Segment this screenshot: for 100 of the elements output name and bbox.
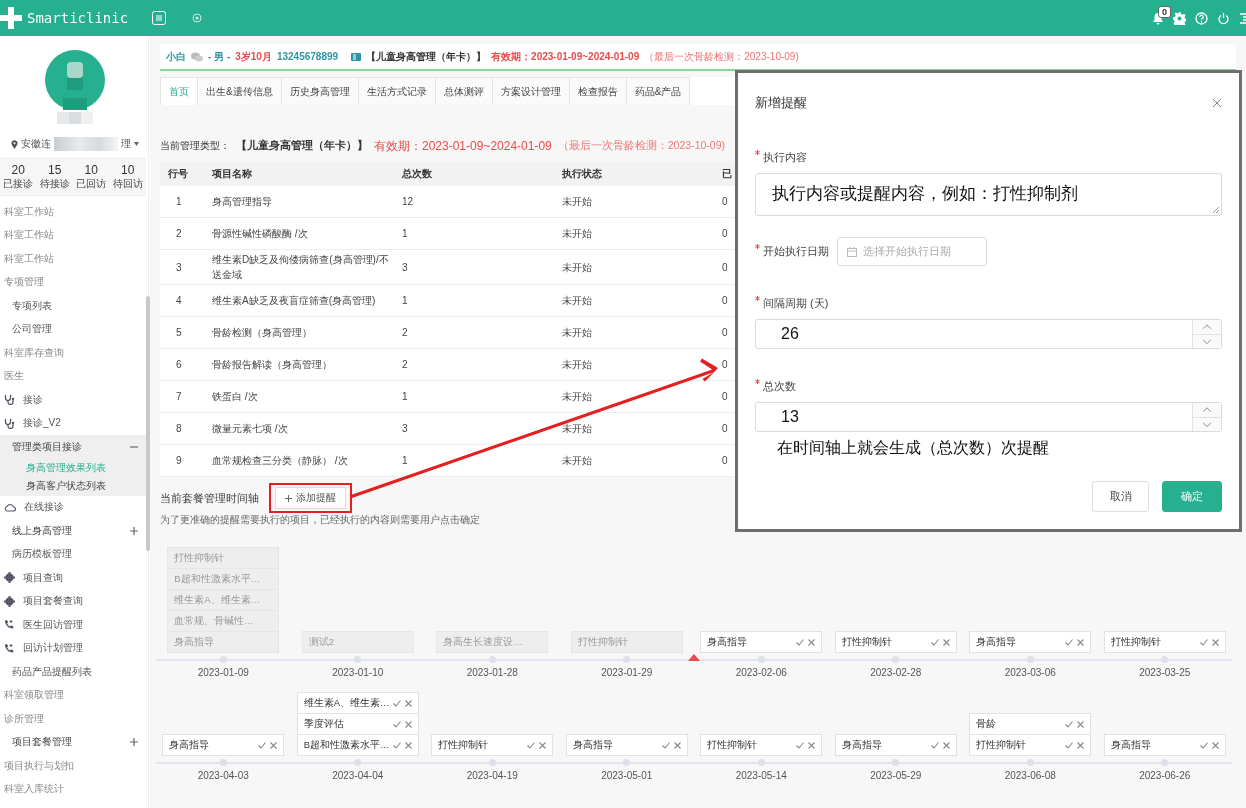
- chat-icon[interactable]: [191, 51, 203, 62]
- menu-section[interactable]: 诊所管理: [0, 707, 146, 731]
- menu-section[interactable]: 科室入库统计: [0, 777, 146, 801]
- close-icon[interactable]: [808, 638, 816, 646]
- menu-section[interactable]: 项目执行与划扣: [0, 754, 146, 778]
- timeline-card[interactable]: 身高指导: [834, 734, 957, 756]
- close-icon[interactable]: [270, 741, 278, 749]
- close-icon[interactable]: [942, 741, 950, 749]
- menu-item[interactable]: 回访计划管理: [23, 641, 83, 656]
- menu-item[interactable]: 病历模板管理: [0, 542, 146, 566]
- patient-phone: 13245678899: [276, 51, 339, 62]
- expand-icon[interactable]: [130, 738, 138, 747]
- power-icon[interactable]: [1217, 11, 1230, 25]
- list-icon[interactable]: [1239, 12, 1246, 24]
- close-icon[interactable]: [673, 741, 681, 749]
- menu-item[interactable]: 项目套餐查询: [23, 594, 83, 609]
- menu-section[interactable]: 科室工作站: [0, 247, 146, 271]
- tab[interactable]: 药品&产品: [625, 77, 691, 105]
- tab[interactable]: 检查报告: [568, 77, 627, 105]
- timeline-card[interactable]: 身高指导: [700, 631, 823, 653]
- table-cell: 1: [394, 284, 554, 317]
- menu-item[interactable]: 在线接诊: [24, 500, 64, 515]
- settings-icon[interactable]: [1173, 11, 1186, 25]
- timeline-card[interactable]: 打性抑制针: [700, 734, 823, 756]
- check-icon[interactable]: [930, 638, 939, 646]
- close-icon[interactable]: [404, 720, 412, 728]
- check-icon[interactable]: [392, 699, 401, 707]
- check-icon[interactable]: [930, 741, 939, 749]
- timeline-card[interactable]: 打性抑制针: [834, 631, 957, 653]
- menu-item[interactable]: 项目套餐管理: [12, 735, 72, 750]
- menu-item[interactable]: 项目查询: [23, 570, 63, 585]
- check-icon[interactable]: [392, 720, 401, 728]
- close-icon[interactable]: [404, 699, 412, 707]
- timeline-date: 2023-01-09: [197, 667, 249, 678]
- help-icon[interactable]: [1195, 11, 1208, 25]
- timeline-card[interactable]: 打性抑制针: [431, 734, 554, 756]
- timeline-card[interactable]: 身高指导: [565, 734, 688, 756]
- check-icon[interactable]: [661, 741, 670, 749]
- tab[interactable]: 生活方式记录: [357, 77, 436, 105]
- check-icon[interactable]: [527, 741, 536, 749]
- cancel-button[interactable]: 取消: [1092, 481, 1149, 512]
- timeline-card[interactable]: 身高指导: [969, 631, 1092, 653]
- close-icon[interactable]: [1077, 638, 1085, 646]
- timeline-dot: [1026, 759, 1034, 766]
- close-icon[interactable]: [1077, 741, 1085, 749]
- menu-section[interactable]: 科室领取管理: [0, 683, 146, 707]
- timeline-card[interactable]: B超和性激素水平…: [296, 734, 419, 756]
- timeline-card[interactable]: 打性抑制针: [1103, 631, 1226, 653]
- tab[interactable]: 总体测评: [434, 77, 493, 105]
- patient-name[interactable]: 小白: [166, 49, 186, 64]
- check-icon[interactable]: [1199, 638, 1208, 646]
- table-cell: 6: [160, 348, 204, 381]
- check-icon[interactable]: [1065, 741, 1074, 749]
- timeline-card[interactable]: 打性抑制针: [969, 734, 1092, 756]
- menu-icon[interactable]: [152, 11, 166, 25]
- column-header: 总次数: [394, 161, 554, 186]
- close-icon[interactable]: [808, 741, 816, 749]
- add-reminder-button[interactable]: 添加提醒: [275, 487, 346, 509]
- timeline-card[interactable]: 维生素A、维生素…: [296, 692, 419, 714]
- target-icon[interactable]: [192, 13, 202, 23]
- menu-section[interactable]: 专项管理: [0, 270, 146, 294]
- close-icon[interactable]: [539, 741, 547, 749]
- menu-section[interactable]: 医生: [0, 364, 146, 388]
- timeline-card[interactable]: 身高指导: [1103, 734, 1226, 756]
- menu-item[interactable]: 线上身高管理: [12, 523, 72, 538]
- close-icon[interactable]: [942, 638, 950, 646]
- menu-item[interactable]: 药品产品提醒列表: [0, 660, 146, 684]
- check-icon[interactable]: [392, 741, 401, 749]
- check-icon[interactable]: [1199, 741, 1208, 749]
- close-icon[interactable]: [1211, 741, 1219, 749]
- menu-section[interactable]: 科室工作站: [0, 200, 146, 224]
- menu-item[interactable]: 公司管理: [0, 317, 146, 341]
- close-icon[interactable]: [1212, 98, 1222, 108]
- menu-section[interactable]: 科室库存查询: [0, 341, 146, 365]
- menu-item[interactable]: 医生回访管理: [23, 617, 83, 632]
- menu-item[interactable]: 专项列表: [0, 294, 146, 318]
- tab[interactable]: 出生&遗传信息: [197, 77, 282, 105]
- check-icon[interactable]: [1065, 720, 1074, 728]
- check-icon[interactable]: [258, 741, 267, 749]
- check-icon[interactable]: [796, 741, 805, 749]
- menu-item[interactable]: 接诊: [23, 392, 43, 407]
- expand-icon[interactable]: [130, 526, 138, 535]
- scrollbar[interactable]: [146, 296, 150, 551]
- close-icon[interactable]: [1211, 638, 1219, 646]
- tab[interactable]: 历史身高管理: [280, 77, 359, 105]
- timeline-card[interactable]: 季度评估: [296, 713, 419, 735]
- timeline-card[interactable]: 骨龄: [969, 713, 1092, 735]
- check-icon[interactable]: [1065, 638, 1074, 646]
- submenu-item[interactable]: 身高客户状态列表: [0, 477, 146, 496]
- timeline-card[interactable]: 身高指导: [162, 734, 285, 756]
- check-icon[interactable]: [796, 638, 805, 646]
- menu-item[interactable]: 管理类项目接诊: [12, 439, 82, 454]
- tab[interactable]: 方案设计管理: [491, 77, 570, 105]
- caret-icon[interactable]: [134, 142, 139, 146]
- menu-item[interactable]: 接诊_V2: [23, 416, 61, 431]
- close-icon[interactable]: [1077, 720, 1085, 728]
- stat-value: 10: [84, 163, 98, 177]
- close-icon[interactable]: [404, 741, 412, 749]
- content-textarea[interactable]: 执行内容或提醒内容，例如：打性抑制剂: [755, 173, 1222, 216]
- menu-section[interactable]: 科室工作站: [0, 223, 146, 247]
